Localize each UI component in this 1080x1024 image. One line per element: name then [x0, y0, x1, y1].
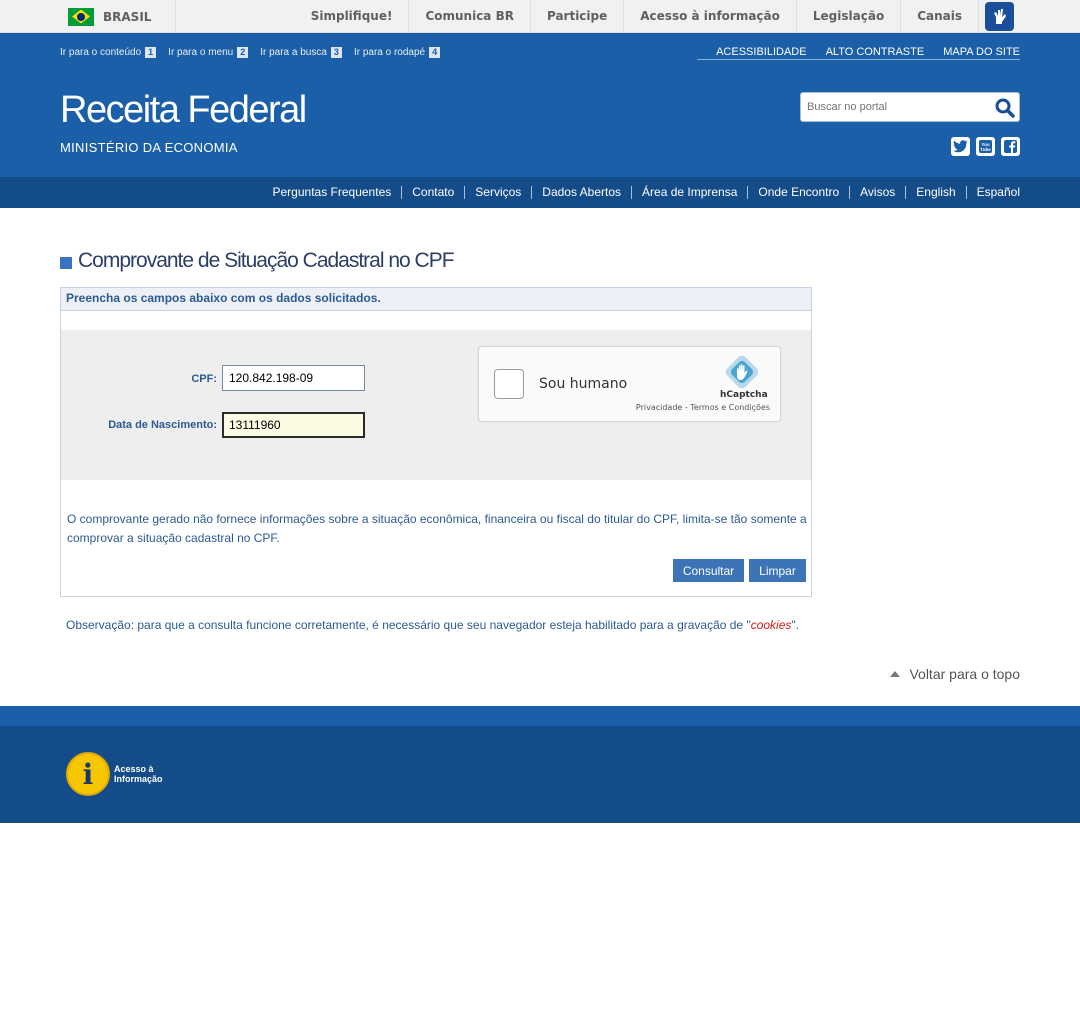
hcaptcha-widget: Sou humano hCaptcha Privacidade - Termos…: [478, 346, 781, 422]
high-contrast-link[interactable]: ALTO CONTRASTE: [826, 46, 925, 58]
main-nav: Perguntas Frequentes Contato Serviços Da…: [263, 177, 1020, 208]
gov-link-comunica-br[interactable]: Comunica BR: [409, 0, 531, 33]
gov-brasil-link[interactable]: BRASIL: [60, 0, 176, 33]
consult-button[interactable]: Consultar: [673, 559, 744, 582]
main-nav-bar: Perguntas Frequentes Contato Serviços Da…: [0, 177, 1080, 208]
ai-logo-line1: Acesso à: [114, 764, 154, 774]
nav-perguntas-frequentes[interactable]: Perguntas Frequentes: [263, 186, 402, 199]
info-i-icon: i: [66, 752, 110, 796]
gov-links: Simplifique! Comunica BR Participe Acess…: [295, 0, 979, 33]
back-to-top-label: Voltar para o topo: [909, 666, 1020, 682]
birth-date-input[interactable]: [222, 412, 365, 438]
youtube-icon[interactable]: You Tube: [976, 137, 995, 156]
skip-to-menu[interactable]: Ir para o menu 2: [168, 47, 249, 58]
site-map-link[interactable]: MAPA DO SITE: [943, 46, 1020, 58]
vlibras-hands-icon[interactable]: [985, 2, 1014, 31]
site-title[interactable]: Receita Federal: [60, 89, 307, 132]
gov-link-simplifique[interactable]: Simplifique!: [295, 0, 410, 33]
page-title: Comprovante de Situação Cadastral no CPF: [78, 249, 455, 272]
skip-to-content[interactable]: Ir para o conteúdo 1: [60, 47, 157, 58]
nav-dados-abertos[interactable]: Dados Abertos: [531, 186, 631, 199]
form-fields-area: CPF: Data de Nascimento: Sou humano hCap…: [61, 330, 811, 480]
search-input[interactable]: [801, 93, 981, 121]
social-links: You Tube: [951, 137, 1020, 156]
skip-to-footer[interactable]: Ir para o rodapé 4: [354, 47, 441, 58]
clear-button[interactable]: Limpar: [749, 559, 806, 582]
facebook-icon[interactable]: [1001, 137, 1020, 156]
nav-avisos[interactable]: Avisos: [849, 186, 905, 199]
search-icon[interactable]: [995, 98, 1015, 118]
birth-date-label: Data de Nascimento:: [108, 419, 217, 431]
gov-link-participe[interactable]: Participe: [531, 0, 625, 33]
cpf-label: CPF:: [191, 373, 217, 385]
page-heading: Comprovante de Situação Cadastral no CPF: [60, 249, 455, 273]
form-header: Preencha os campos abaixo com os dados s…: [61, 288, 811, 311]
nav-espanol[interactable]: Español: [965, 186, 1020, 199]
site-header: Ir para o conteúdo 1 Ir para o menu 2 Ir p…: [0, 33, 1080, 177]
cpf-input[interactable]: [222, 365, 365, 391]
svg-text:Tube: Tube: [980, 147, 991, 152]
gov-link-legislacao[interactable]: Legislação: [797, 0, 902, 33]
gov-link-acesso-informacao[interactable]: Acesso à informação: [624, 0, 797, 33]
captcha-checkbox[interactable]: [494, 369, 524, 399]
search-box: [800, 92, 1020, 122]
arrow-up-icon: [890, 671, 901, 677]
nav-english[interactable]: English: [905, 186, 965, 199]
cookie-observation: Observação: para que a consulta funcione…: [66, 618, 799, 632]
nav-servicos[interactable]: Serviços: [464, 186, 531, 199]
gov-top-bar: BRASIL Simplifique! Comunica BR Particip…: [0, 0, 1080, 33]
utility-links: ACESSIBILIDADE ALTO CONTRASTE MAPA DO SI…: [697, 46, 1020, 60]
site-footer: i Acesso à Informação: [0, 726, 1080, 823]
gov-brasil-label: BRASIL: [103, 9, 152, 24]
twitter-icon[interactable]: [951, 137, 970, 156]
obs-cookie-word: cookies: [750, 618, 792, 632]
acesso-informacao-logo[interactable]: i Acesso à Informação: [66, 752, 163, 796]
notice-text: O comprovante gerado não fornece informa…: [67, 512, 807, 545]
heading-square-icon: [60, 257, 72, 269]
obs-text-suffix: ".: [791, 618, 799, 632]
nav-contato[interactable]: Contato: [401, 186, 464, 199]
footer-top-band: [0, 706, 1080, 726]
back-to-top-link[interactable]: Voltar para o topo: [890, 666, 1020, 682]
skip-links: Ir para o conteúdo 1 Ir para o menu 2 Ir p…: [60, 47, 452, 58]
gov-link-canais[interactable]: Canais: [901, 0, 979, 33]
cpf-form: Preencha os campos abaixo com os dados s…: [60, 287, 812, 597]
site-subtitle: MINISTÉRIO DA ECONOMIA: [60, 140, 238, 155]
brazil-flag-icon: [68, 7, 94, 26]
hcaptcha-brand: hCaptcha: [720, 390, 768, 400]
skip-to-search[interactable]: Ir para a busca 3: [260, 47, 342, 58]
hcaptcha-logo-icon: [725, 355, 759, 389]
ai-logo-line2: Informação: [114, 774, 163, 784]
accessibility-link[interactable]: ACESSIBILIDADE: [716, 46, 806, 58]
captcha-privacy-terms-links[interactable]: Privacidade - Termos e Condições: [636, 403, 770, 412]
captcha-label: Sou humano: [539, 376, 628, 392]
ai-logo-text: Acesso à Informação: [114, 764, 163, 784]
nav-area-imprensa[interactable]: Área de Imprensa: [631, 186, 747, 199]
nav-onde-encontro[interactable]: Onde Encontro: [747, 186, 849, 199]
obs-text-prefix: Observação: para que a consulta funcione…: [66, 618, 751, 632]
